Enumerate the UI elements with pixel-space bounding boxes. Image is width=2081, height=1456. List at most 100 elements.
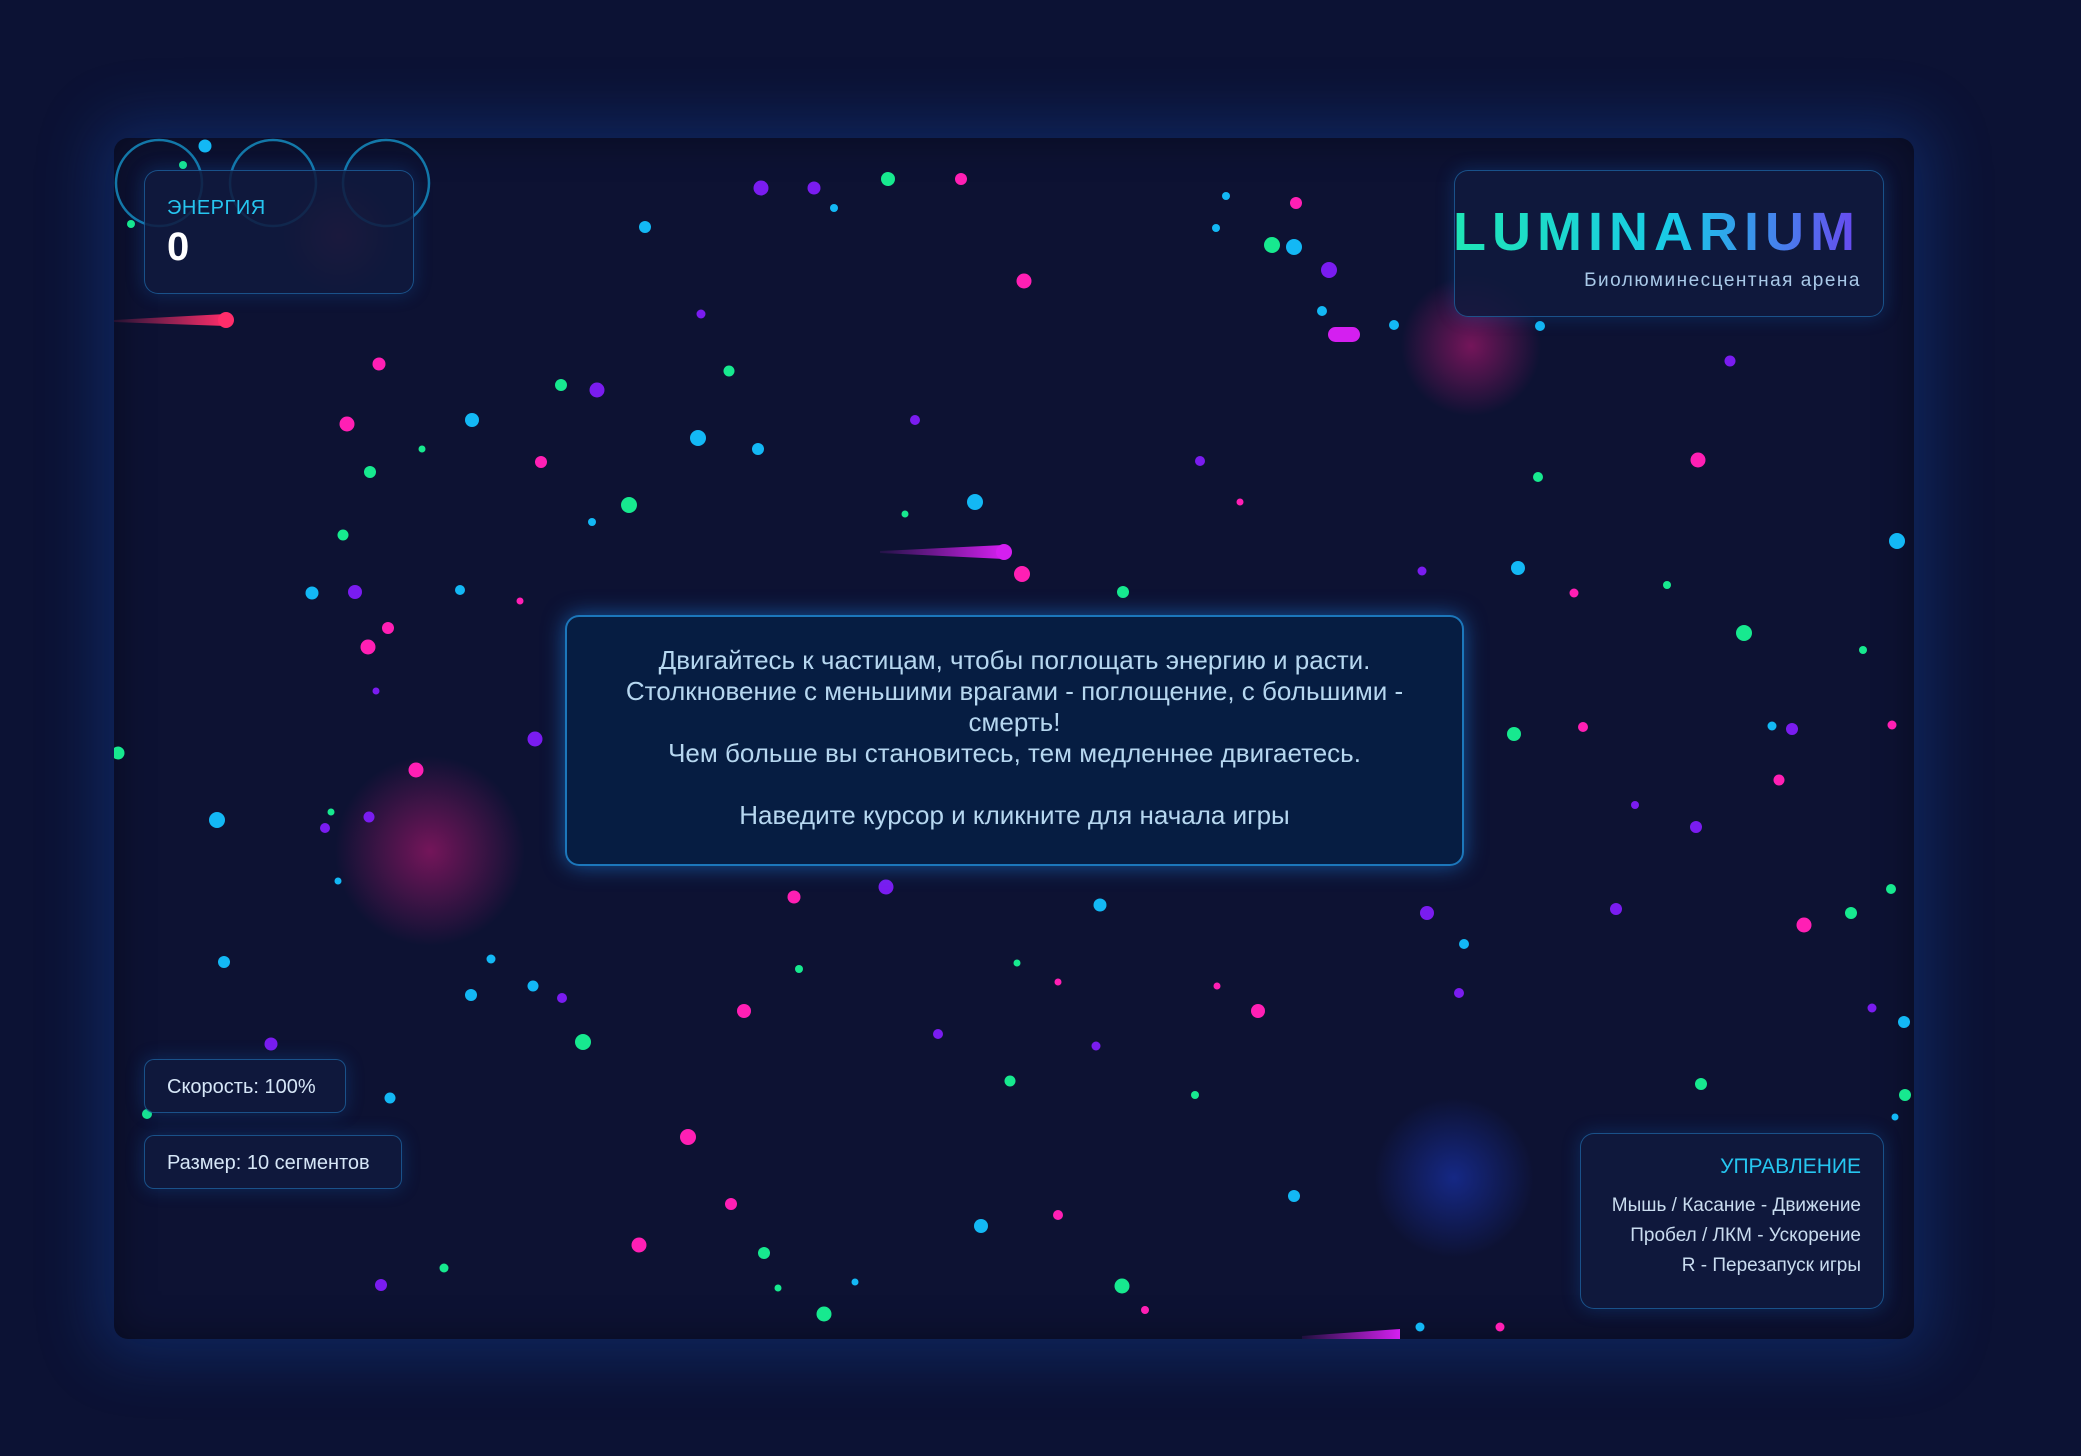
energy-particle [575, 1034, 591, 1050]
energy-particle [1511, 561, 1525, 575]
energy-particle [1898, 1016, 1910, 1028]
speed-panel: Скорость: 100% [144, 1059, 346, 1113]
energy-particle [439, 1263, 449, 1273]
energy-particle [1014, 566, 1030, 582]
energy-particle [372, 687, 380, 695]
energy-particle [375, 1279, 387, 1291]
energy-particle [974, 1219, 988, 1233]
energy-particle [1236, 498, 1244, 506]
energy-particle [455, 585, 465, 595]
game-arena-frame[interactable]: ЭНЕРГИЯ 0 LUMINARIUM Биолюминесцентная а… [114, 138, 1914, 1339]
energy-particle [621, 497, 637, 513]
energy-particle [527, 980, 539, 992]
enemy-worm [1328, 327, 1360, 342]
energy-particle [1141, 1306, 1149, 1314]
energy-particle [360, 639, 376, 655]
energy-particle [1495, 1322, 1505, 1332]
start-game-overlay[interactable]: Двигайтесь к частицам, чтобы поглощать э… [565, 615, 1464, 866]
energy-particle [218, 956, 230, 968]
ambient-glow [335, 756, 525, 946]
energy-particle [830, 204, 838, 212]
size-panel: Размер: 10 сегментов [144, 1135, 402, 1189]
game-subtitle: Биолюминесцентная арена [1584, 270, 1861, 291]
energy-particle [881, 172, 895, 186]
energy-particle [339, 416, 355, 432]
control-line-restart: R - Перезапуск игры [1681, 1255, 1861, 1276]
energy-particle [752, 443, 764, 455]
intro-text: Двигайтесь к частицам, чтобы поглощать э… [612, 645, 1417, 831]
energy-particle [1663, 581, 1671, 589]
energy-particle [1389, 320, 1399, 330]
energy-panel: ЭНЕРГИЯ 0 [144, 170, 414, 294]
energy-particle [372, 357, 386, 371]
enemy-worm [1302, 1329, 1400, 1339]
energy-particle [198, 139, 212, 153]
energy-particle [1114, 1278, 1130, 1294]
energy-particle [696, 309, 706, 319]
energy-particle [816, 1306, 832, 1322]
energy-particle [910, 415, 920, 425]
energy-particle [1886, 884, 1896, 894]
energy-particle [264, 1037, 278, 1051]
energy-particle [933, 1029, 943, 1039]
energy-particle [955, 173, 967, 185]
energy-particle [418, 445, 426, 453]
energy-particle [334, 877, 342, 885]
energy-particle [631, 1237, 647, 1253]
energy-particle [408, 762, 424, 778]
energy-particle [589, 382, 605, 398]
energy-particle [1690, 452, 1706, 468]
energy-particle [1091, 1041, 1101, 1051]
energy-particle [337, 529, 349, 541]
energy-particle [639, 221, 651, 233]
energy-particle [527, 731, 543, 747]
energy-particle [1004, 1075, 1016, 1087]
energy-particle [1695, 1078, 1707, 1090]
energy-particle [1736, 625, 1752, 641]
energy-particle [1212, 224, 1220, 232]
energy-particle [486, 954, 496, 964]
energy-particle [382, 622, 394, 634]
energy-particle [209, 812, 225, 828]
energy-particle [1786, 723, 1798, 735]
energy-particle [807, 181, 821, 195]
energy-particle [327, 808, 335, 816]
energy-particle [1213, 982, 1221, 990]
energy-particle [1859, 646, 1867, 654]
energy-particle [1222, 192, 1230, 200]
energy-particle [555, 379, 567, 391]
energy-particle [465, 413, 479, 427]
energy-particle [1459, 939, 1469, 949]
energy-particle [1891, 1113, 1899, 1121]
energy-particle [1093, 898, 1107, 912]
enemy-worm [114, 312, 234, 328]
energy-particle [127, 220, 135, 228]
energy-particle [1773, 774, 1785, 786]
energy-particle [516, 597, 524, 605]
energy-particle [1053, 1210, 1063, 1220]
energy-particle [114, 746, 125, 760]
energy-particle [878, 879, 894, 895]
energy-particle [1290, 197, 1302, 209]
energy-particle [795, 965, 803, 973]
energy-particle [1415, 1322, 1425, 1332]
energy-particle [725, 1198, 737, 1210]
energy-particle [690, 430, 706, 446]
energy-particle [753, 180, 769, 196]
start-prompt[interactable]: Наведите курсор и кликните для начала иг… [612, 800, 1417, 831]
control-line-move: Мышь / Касание - Движение [1611, 1195, 1861, 1216]
controls-title: УПРАВЛЕНИЕ [1720, 1155, 1861, 1178]
energy-particle [1454, 988, 1464, 998]
game-title: LUMINARIUM [1453, 202, 1861, 262]
energy-particle [723, 365, 735, 377]
energy-particle [535, 456, 547, 468]
energy-particle [1845, 907, 1857, 919]
energy-value: 0 [167, 225, 190, 269]
energy-particle [680, 1129, 696, 1145]
energy-particle [1264, 237, 1280, 253]
energy-particle [737, 1004, 751, 1018]
intro-line: Чем больше вы становитесь, тем медленнее… [668, 738, 1361, 768]
energy-particle [1054, 978, 1062, 986]
energy-particle [1288, 1190, 1300, 1202]
energy-particle [384, 1092, 396, 1104]
